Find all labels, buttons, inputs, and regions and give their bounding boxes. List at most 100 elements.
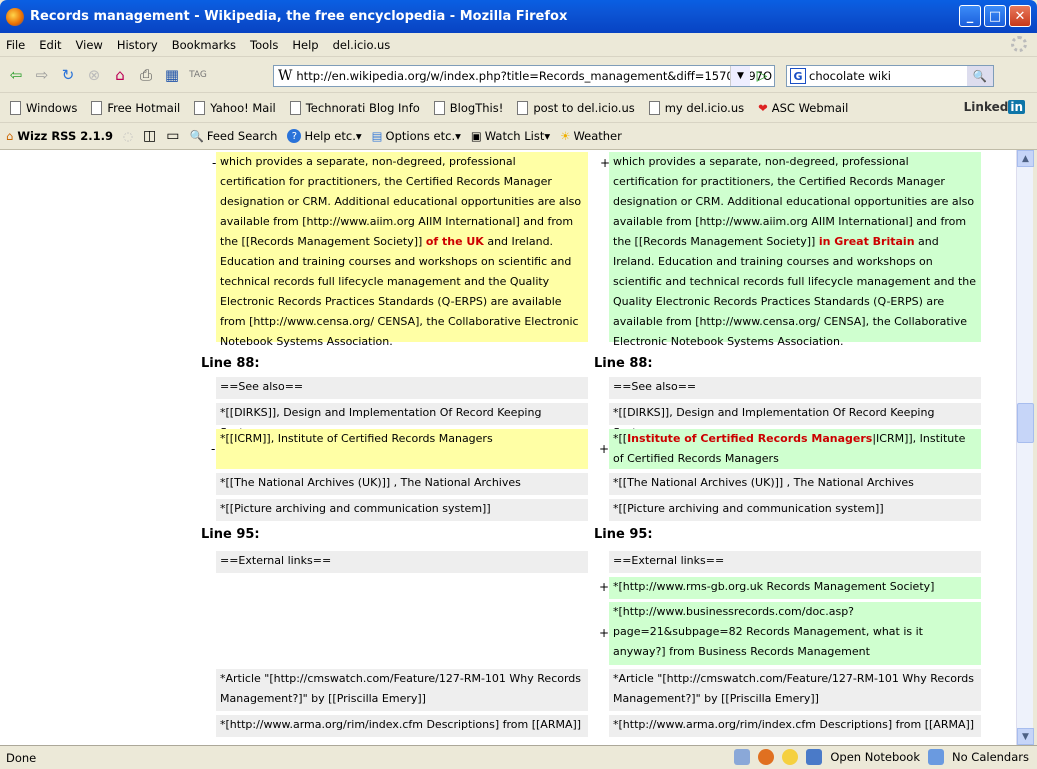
bookmark-yahoo-mail[interactable]: Yahoo! Mail (194, 100, 276, 115)
search-icon[interactable]: 🔍 (967, 66, 993, 86)
menu-file[interactable]: File (6, 38, 25, 52)
menu-tools[interactable]: Tools (250, 38, 278, 52)
reload-icon[interactable]: ↻ (58, 65, 78, 85)
pages-icon[interactable] (734, 749, 751, 765)
menu-history[interactable]: History (117, 38, 158, 52)
deleted-text: of the UK (425, 235, 484, 248)
context-line: ==See also== (609, 377, 981, 399)
search-input[interactable]: G chocolate wiki 🔍 (786, 65, 994, 87)
scroll-up-icon[interactable]: ▲ (1017, 150, 1034, 167)
smiley-icon[interactable] (782, 749, 799, 765)
webmail-icon: ❤ (758, 100, 768, 115)
screen-icon[interactable]: ▦ (162, 65, 182, 85)
context-line: ==See also== (216, 377, 588, 399)
diff-added-paragraph: which provides a separate, non-degreed, … (609, 152, 981, 348)
panel-icon[interactable]: ◫ (143, 128, 156, 144)
bookmark-label: Technorati Blog Info (305, 100, 420, 115)
minimize-button[interactable]: _ (959, 5, 981, 27)
bookmark-my-delicious[interactable]: my del.icio.us (648, 100, 744, 115)
search-value: chocolate wiki (809, 69, 891, 83)
rss-name: Wizz RSS 2.1.9 (17, 129, 113, 143)
dropdown-arrow-icon: ▾ (355, 129, 362, 143)
weather-label: Weather (573, 129, 622, 143)
plus-marker: + (599, 442, 610, 456)
bookmark-technorati[interactable]: Technorati Blog Info (289, 100, 420, 115)
options-label: Options etc. (385, 129, 456, 143)
url-dropdown-icon[interactable]: ▼ (730, 66, 750, 86)
context-line: *[[DIRKS]], Design and Implementation Of… (609, 403, 981, 439)
firefox-addon-icon[interactable] (758, 749, 775, 765)
bookmark-label: Free Hotmail (107, 100, 181, 115)
bookmark-label: Yahoo! Mail (210, 100, 276, 115)
status-text: Done (6, 750, 37, 765)
diff-added-line: *[http://www.businessrecords.com/doc.asp… (609, 602, 981, 665)
url-text: http://en.wikipedia.org/w/index.php?titl… (296, 69, 773, 83)
page-icon (194, 100, 206, 115)
wizz-rss-button[interactable]: ⌂ Wizz RSS 2.1.9 (6, 129, 113, 143)
feed-search-button[interactable]: 🔍 Feed Search (190, 129, 278, 143)
bookmark-asc-webmail[interactable]: ❤ ASC Webmail (758, 101, 848, 115)
page-icon (289, 100, 301, 115)
menu-delicious[interactable]: del.icio.us (333, 38, 391, 52)
context-line: *[[The National Archives (UK)]] , The Na… (216, 473, 588, 495)
scroll-down-icon[interactable]: ▼ (1017, 728, 1034, 745)
menu-edit[interactable]: Edit (39, 38, 61, 52)
menu-view[interactable]: View (76, 38, 103, 52)
print-icon[interactable]: ⎙ (136, 65, 156, 85)
magnifier-icon: 🔍 (189, 129, 204, 143)
context-line: *Article "[http://cmswatch.com/Feature/1… (216, 669, 588, 711)
watch-list-button[interactable]: ▣ Watch List ▾ (471, 129, 550, 143)
menu-help[interactable]: Help (292, 38, 318, 52)
google-icon[interactable]: G (790, 68, 806, 84)
bookmark-windows[interactable]: Windows (10, 100, 77, 115)
window-title: Records management - Wikipedia, the free… (30, 9, 568, 24)
tag-icon[interactable]: TAG (188, 65, 208, 85)
line-number-right: Line 95: (594, 527, 653, 542)
watch-list-icon: ▣ (470, 129, 482, 143)
stop-icon[interactable]: ⊗ (84, 65, 104, 85)
context-line: *[[Picture archiving and communication s… (609, 499, 981, 521)
wikipedia-favicon-icon: W (278, 68, 293, 84)
window-icon[interactable]: ▭ (166, 128, 179, 144)
open-notebook-link[interactable]: Open Notebook (830, 750, 920, 764)
scrollbar-thumb[interactable] (1017, 403, 1034, 443)
line-number-left: Line 95: (201, 527, 260, 542)
bookmark-blogthis[interactable]: BlogThis! (433, 100, 504, 115)
context-line: *Article "[http://cmswatch.com/Feature/1… (609, 669, 981, 711)
rss-spinner-icon: ◌ (122, 129, 134, 143)
address-bar[interactable]: W http://en.wikipedia.org/w/index.php?ti… (273, 65, 775, 87)
forward-icon[interactable]: ⇨ (32, 65, 52, 85)
navigation-toolbar: ⇦ ⇨ ↻ ⊗ ⌂ ⎙ ▦ TAG W http://en.wikipedia.… (0, 57, 1037, 93)
bookmarks-toolbar: Windows Free Hotmail Yahoo! Mail Technor… (0, 93, 1037, 123)
context-line: *[[The National Archives (UK)]] , The Na… (609, 473, 981, 495)
help-icon: ? (287, 129, 302, 143)
bookmark-post-delicious[interactable]: post to del.icio.us (517, 100, 635, 115)
back-icon[interactable]: ⇦ (6, 65, 26, 85)
context-line: ==External links== (609, 551, 981, 573)
weather-button[interactable]: ☀ Weather (560, 129, 622, 143)
context-line: *[http://www.arma.org/rim/index.cfm Desc… (609, 715, 981, 737)
close-button[interactable]: ✕ (1009, 5, 1031, 27)
home-icon[interactable]: ⌂ (110, 65, 130, 85)
vertical-scrollbar[interactable]: ▲ ▼ (1016, 150, 1034, 745)
linkedin-label: Linked (963, 100, 1009, 114)
maximize-button[interactable]: □ (984, 5, 1006, 27)
firefox-icon (6, 7, 24, 26)
diff-added-line: *[[Institute of Certified Records Manage… (609, 429, 981, 469)
calendars-status[interactable]: No Calendars (952, 750, 1029, 764)
calendar-icon (928, 749, 944, 765)
options-button[interactable]: ▤ Options etc. ▾ (372, 129, 461, 143)
menu-bookmarks[interactable]: Bookmarks (172, 38, 236, 52)
page-icon (91, 100, 103, 115)
sun-icon: ☀ (560, 129, 571, 143)
linkedin-button[interactable]: Linked in (964, 100, 1025, 114)
bookmark-free-hotmail[interactable]: Free Hotmail (91, 100, 181, 115)
bookmark-label: BlogThis! (449, 100, 504, 115)
go-icon[interactable]: ▷ (752, 66, 772, 86)
options-icon: ▤ (371, 129, 383, 143)
help-button[interactable]: ? Help etc. ▾ (287, 129, 362, 143)
line-number-right: Line 88: (594, 356, 653, 371)
feed-search-label: Feed Search (206, 129, 278, 143)
page-icon (517, 100, 529, 115)
diff-deleted-paragraph: which provides a separate, non-degreed, … (216, 152, 588, 348)
